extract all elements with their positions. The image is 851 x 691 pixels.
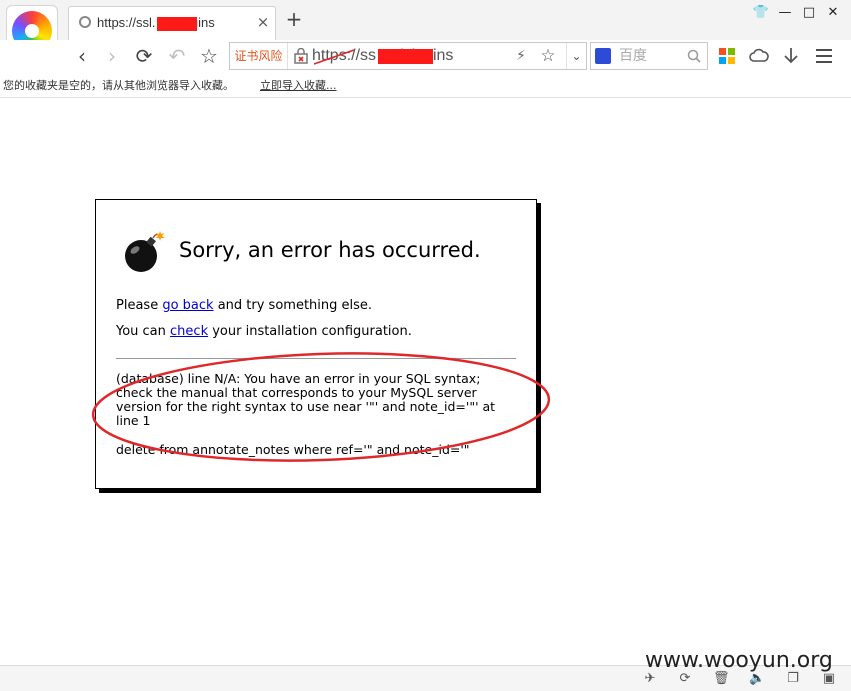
back-button[interactable]: ‹ (70, 43, 94, 69)
speed-mode-icon[interactable]: ⚡ (516, 45, 530, 67)
sql-error-message: (database) line N/A: You have an error i… (116, 371, 496, 428)
baidu-paw-icon (595, 48, 611, 64)
url-dropdown-icon[interactable]: ⌄ (566, 43, 586, 69)
tab-title-redaction (157, 17, 197, 31)
apps-grid-icon[interactable] (716, 45, 738, 67)
reload-button[interactable]: ⟳ (132, 43, 156, 69)
line1-suffix: and try something else. (213, 298, 373, 313)
favorite-button[interactable]: ☆ (197, 43, 221, 69)
trash-icon[interactable]: 🗑 (713, 671, 730, 687)
cert-warning-badge[interactable]: 证书风险 (230, 43, 288, 69)
error-line-check: You can check your installation configur… (116, 324, 412, 339)
cloud-sync-icon[interactable] (748, 45, 770, 67)
new-tab-button[interactable]: + (284, 9, 304, 31)
bookmark-star-icon[interactable]: ☆ (538, 44, 558, 68)
search-placeholder: 百度 (619, 48, 647, 64)
error-line-go-back: Please go back and try something else. (116, 298, 372, 313)
zoom-icon[interactable]: ▣ (821, 671, 837, 687)
sql-query: delete from annotate_notes where ref='" … (116, 442, 470, 457)
close-window-button[interactable]: ✕ (823, 4, 843, 22)
error-title: Sorry, an error has occurred. (179, 238, 481, 262)
skin-icon[interactable]: 👕 (751, 4, 771, 22)
bookmarks-empty-message: 您的收藏夹是空的，请从其他浏览器导入收藏。 (3, 79, 234, 92)
go-back-link[interactable]: go back (162, 298, 213, 313)
menu-icon[interactable] (813, 45, 835, 67)
tab-strip: https://ssl. at/plugins × + 👕 — □ ✕ (0, 0, 851, 57)
bomb-icon (125, 231, 165, 272)
watermark: www.wooyun.org (645, 648, 833, 673)
divider (116, 358, 516, 359)
maximize-button[interactable]: □ (799, 4, 819, 22)
import-bookmarks-link[interactable]: 立即导入收藏... (260, 77, 337, 93)
tab-active[interactable]: https://ssl. at/plugins × (68, 6, 276, 41)
error-dialog: Sorry, an error has occurred. Please go … (95, 199, 537, 489)
forward-button[interactable]: › (100, 43, 124, 69)
logo-center (25, 24, 39, 38)
https-strike-icon (314, 49, 354, 65)
url-redaction (378, 49, 433, 64)
pin-icon[interactable]: ✈ (642, 671, 658, 687)
download-icon[interactable] (780, 45, 802, 67)
accelerate-icon[interactable]: ⟳ (677, 671, 693, 687)
volume-icon[interactable]: 🔈 (749, 671, 765, 687)
toolbar: ‹ › ⟳ ↶ ☆ 证书风险 https://ss .at/plugins ⚡ … (0, 40, 851, 72)
tab-close-icon[interactable]: × (255, 13, 271, 31)
minimize-button[interactable]: — (775, 4, 795, 22)
check-link[interactable]: check (170, 324, 208, 339)
search-icon[interactable] (687, 49, 701, 63)
undo-close-tab-button[interactable]: ↶ (165, 43, 189, 69)
tab-favicon-icon (79, 16, 91, 28)
address-bar[interactable]: 证书风险 https://ss .at/plugins ⚡ ☆ ⌄ (229, 42, 587, 70)
page-content: Sorry, an error has occurred. Please go … (0, 99, 851, 665)
line2-suffix: your installation configuration. (208, 324, 412, 339)
line1-prefix: Please (116, 298, 163, 313)
window-icon[interactable]: ❐ (785, 671, 801, 687)
search-box[interactable]: 百度 (590, 42, 708, 70)
browser-window: https://ssl. at/plugins × + 👕 — □ ✕ ‹ › … (0, 0, 851, 691)
line2-prefix: You can (116, 324, 171, 339)
bookmarks-bar: 您的收藏夹是空的，请从其他浏览器导入收藏。 立即导入收藏... (0, 72, 851, 98)
broken-lock-icon (294, 48, 308, 64)
